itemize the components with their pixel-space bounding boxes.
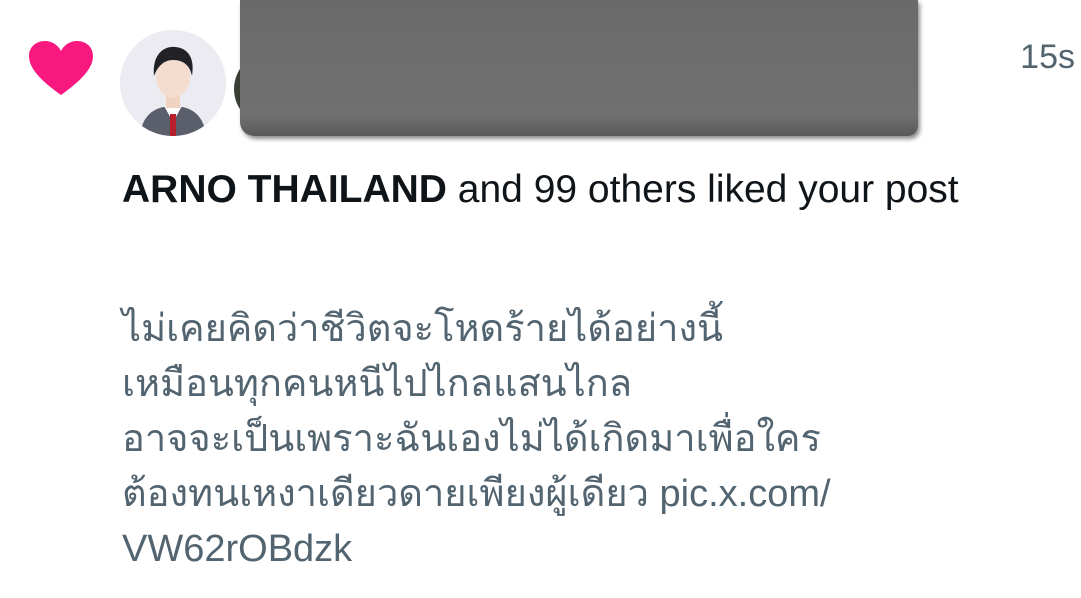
- timestamp: 15s: [1020, 38, 1075, 76]
- post-line: VW62rOBdzk: [122, 528, 353, 570]
- redacted-image: [240, 0, 918, 136]
- heart-icon: [29, 41, 93, 95]
- post-line: ไม่เคยคิดว่าชีวิตจะโหดร้ายได้อย่างนี้: [122, 308, 723, 350]
- post-line: ต้องทนเหงาเดียวดายเพียงผู้เดียว pic.x.co…: [122, 473, 831, 515]
- post-line: เหมือนทุกคนหนีไปไกลแสนไกล: [122, 363, 633, 405]
- actor-name[interactable]: ARNO THAILAND: [122, 168, 447, 211]
- avatar[interactable]: [120, 30, 226, 136]
- notification-action-text: and 99 others liked your post: [446, 168, 959, 211]
- avatar-image: [120, 30, 226, 136]
- post-preview[interactable]: ไม่เคยคิดว่าชีวิตจะโหดร้ายได้อย่างนี้ เห…: [122, 302, 1062, 577]
- post-line: อาจจะเป็นเพราะฉันเองไม่ได้เกิดมาเพื่อใคร: [122, 418, 821, 460]
- notification-headline[interactable]: ARNO THAILAND and 99 others liked your p…: [122, 162, 1022, 218]
